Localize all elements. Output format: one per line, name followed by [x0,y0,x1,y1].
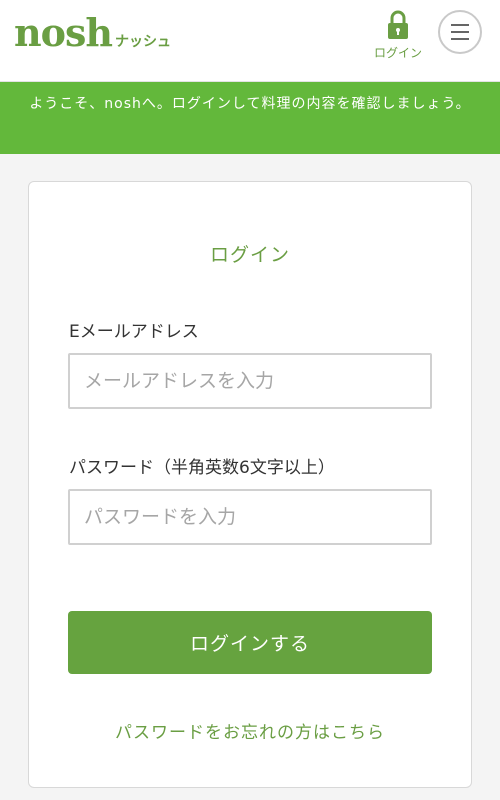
hamburger-menu-button[interactable] [438,10,482,54]
site-header: nosh ナッシュ ログイン [0,0,500,82]
email-field[interactable] [68,353,432,409]
nosh-logo[interactable]: nosh ナッシュ [14,14,171,52]
welcome-banner: ようこそ、noshへ。ログインして料理の内容を確認しましょう。 [0,82,500,154]
login-card: ログイン Eメールアドレス パスワード（半角英数6文字以上） ログインする パス… [28,181,472,788]
hamburger-menu-icon [451,24,469,26]
header-login-link[interactable]: ログイン [366,10,430,68]
welcome-message: ようこそ、noshへ。ログインして料理の内容を確認しましょう。 [29,96,471,112]
forgot-password-link[interactable]: パスワードをお忘れの方はこちら [29,718,471,743]
email-label: Eメールアドレス [69,322,199,342]
lock-icon [388,10,408,39]
password-field[interactable] [68,489,432,545]
hamburger-menu-line [451,38,469,40]
password-label: パスワード（半角英数6文字以上） [69,458,335,478]
login-title: ログイン [209,244,290,266]
header-login-label: ログイン [373,46,422,60]
hamburger-menu-line [451,31,469,33]
logo-katakana: ナッシュ [115,34,171,50]
login-submit-button[interactable]: ログインする [68,611,432,674]
logo-wordmark: nosh [14,10,113,55]
